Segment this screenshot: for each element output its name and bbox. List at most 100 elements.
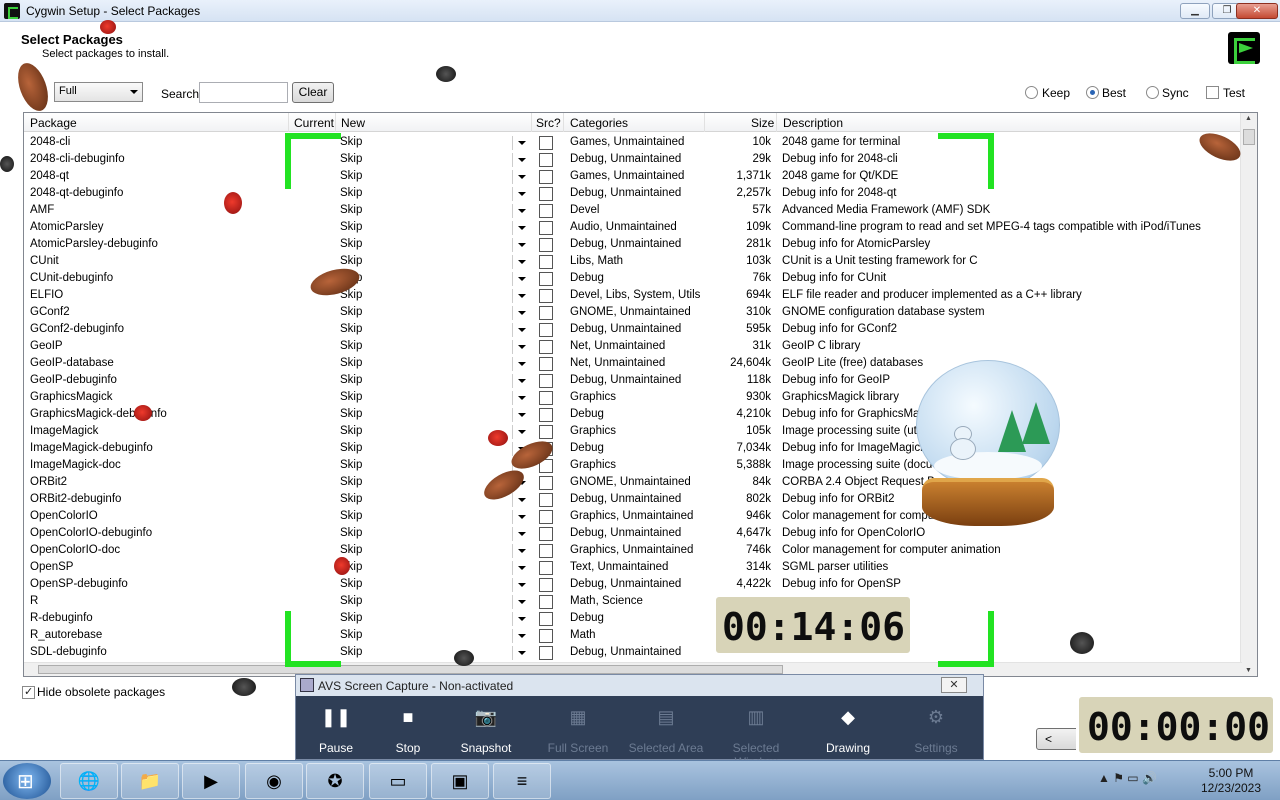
new-action-select[interactable]: Skip bbox=[340, 391, 500, 403]
minimize-button[interactable]: ▁ bbox=[1180, 3, 1210, 19]
radio-best[interactable] bbox=[1086, 86, 1099, 99]
source-checkbox[interactable] bbox=[539, 204, 553, 218]
source-checkbox[interactable] bbox=[539, 544, 553, 558]
table-row[interactable]: OpenColorIO-doc Skip Graphics, Unmaintaine… bbox=[24, 542, 1242, 559]
chevron-down-icon[interactable] bbox=[512, 374, 529, 388]
new-action-select[interactable]: Skip bbox=[340, 136, 500, 148]
source-checkbox[interactable] bbox=[539, 629, 553, 643]
source-checkbox[interactable] bbox=[539, 595, 553, 609]
table-row[interactable]: 2048-cli Skip Games, Unmaintained 10k 2048 g… bbox=[24, 134, 1242, 151]
new-action-select[interactable]: Skip bbox=[340, 289, 500, 301]
source-checkbox[interactable] bbox=[539, 612, 553, 626]
avs-drawing-button[interactable]: ◆ Drawing bbox=[808, 703, 888, 755]
new-action-select[interactable]: Skip bbox=[340, 629, 500, 641]
scroll-down-icon[interactable]: ▼ bbox=[1245, 667, 1252, 674]
new-action-select[interactable]: Skip bbox=[340, 255, 500, 267]
column-header-package[interactable]: Package bbox=[30, 116, 77, 130]
chevron-down-icon[interactable] bbox=[512, 612, 529, 626]
system-tray[interactable]: ▲ ⚑ ▭ 🔊 bbox=[1098, 771, 1157, 785]
new-action-select[interactable]: Skip bbox=[340, 442, 500, 454]
radio-sync[interactable] bbox=[1146, 86, 1159, 99]
avs-stop-button[interactable]: ■ Stop bbox=[368, 703, 448, 755]
new-action-select[interactable]: Skip bbox=[340, 578, 500, 590]
avs-selected-window-button[interactable]: ▥Selected Window bbox=[716, 703, 796, 769]
chevron-down-icon[interactable] bbox=[512, 153, 529, 167]
chevron-down-icon[interactable] bbox=[512, 323, 529, 337]
table-row[interactable]: ELFIO Skip Devel, Libs, System, Utils 694k E… bbox=[24, 287, 1242, 304]
new-action-select[interactable]: Skip bbox=[340, 510, 500, 522]
taskbar-app-button[interactable]: ▶ bbox=[182, 763, 240, 799]
column-header-categories[interactable]: Categories bbox=[570, 116, 628, 130]
vertical-scrollbar[interactable]: ▲ ▼ bbox=[1240, 113, 1257, 676]
new-action-select[interactable]: Skip bbox=[340, 561, 500, 573]
table-row[interactable]: 2048-cli-debuginfo Skip Debug, Unmaintaine… bbox=[24, 151, 1242, 168]
chevron-down-icon[interactable] bbox=[512, 340, 529, 354]
avs-pause-button[interactable]: ❚❚ Pause bbox=[296, 703, 376, 755]
table-row[interactable]: 2048-qt-debuginfo Skip Debug, Unmaintained… bbox=[24, 185, 1242, 202]
table-row[interactable]: R-debuginfo Skip Debug bbox=[24, 610, 1242, 627]
hide-obsolete-checkbox[interactable] bbox=[22, 685, 35, 699]
source-checkbox[interactable] bbox=[539, 561, 553, 575]
new-action-select[interactable]: Skip bbox=[340, 340, 500, 352]
chevron-down-icon[interactable] bbox=[512, 544, 529, 558]
source-checkbox[interactable] bbox=[539, 646, 553, 660]
table-row[interactable]: OpenSP Skip Text, Unmaintained 314k SGML par… bbox=[24, 559, 1242, 576]
taskbar-app-button[interactable]: 📁 bbox=[121, 763, 179, 799]
new-action-select[interactable]: Skip bbox=[340, 306, 500, 318]
avs-close-button[interactable]: ✕ bbox=[941, 677, 967, 693]
source-checkbox[interactable] bbox=[539, 289, 553, 303]
source-checkbox[interactable] bbox=[539, 425, 553, 439]
source-checkbox[interactable] bbox=[539, 527, 553, 541]
chevron-down-icon[interactable] bbox=[512, 561, 529, 575]
chevron-down-icon[interactable] bbox=[512, 170, 529, 184]
taskbar-app-button[interactable]: ✪ bbox=[306, 763, 364, 799]
table-row[interactable]: SDL-debuginfo Skip Debug, Unmaintained bbox=[24, 644, 1242, 661]
source-checkbox[interactable] bbox=[539, 187, 553, 201]
chevron-down-icon[interactable] bbox=[512, 493, 529, 507]
avs-settings-button[interactable]: ⚙ Settings bbox=[896, 703, 976, 755]
taskbar-clock[interactable]: 5:00 PM 12/23/2023 bbox=[1196, 766, 1266, 796]
chevron-down-icon[interactable] bbox=[512, 408, 529, 422]
chevron-down-icon[interactable] bbox=[512, 629, 529, 643]
new-action-select[interactable]: Skip bbox=[340, 612, 500, 624]
table-row[interactable]: R_autorebaseSkipMathR modules bbox=[24, 627, 1242, 644]
new-action-select[interactable]: Skip bbox=[340, 527, 500, 539]
radio-keep[interactable] bbox=[1025, 86, 1038, 99]
new-action-select[interactable]: Skip bbox=[340, 170, 500, 182]
search-input[interactable] bbox=[199, 82, 288, 103]
source-checkbox[interactable] bbox=[539, 255, 553, 269]
source-checkbox[interactable] bbox=[539, 221, 553, 235]
table-row[interactable]: AtomicParsley Skip Audio, Unmaintained 109k… bbox=[24, 219, 1242, 236]
new-action-select[interactable]: Skip bbox=[340, 187, 500, 199]
taskbar-app-button[interactable]: ▣ bbox=[431, 763, 489, 799]
source-checkbox[interactable] bbox=[539, 493, 553, 507]
source-checkbox[interactable] bbox=[539, 391, 553, 405]
source-checkbox[interactable] bbox=[539, 272, 553, 286]
new-action-select[interactable]: Skip bbox=[340, 408, 500, 420]
source-checkbox[interactable] bbox=[539, 340, 553, 354]
new-action-select[interactable]: Skip bbox=[340, 493, 500, 505]
chevron-down-icon[interactable] bbox=[512, 238, 529, 252]
horizontal-scroll-thumb[interactable] bbox=[38, 665, 783, 674]
new-action-select[interactable]: Skip bbox=[340, 476, 500, 488]
chevron-down-icon[interactable] bbox=[512, 272, 529, 286]
chevron-down-icon[interactable] bbox=[512, 510, 529, 524]
chevron-down-icon[interactable] bbox=[512, 391, 529, 405]
new-action-select[interactable]: Skip bbox=[340, 595, 500, 607]
new-action-select[interactable]: Skip bbox=[340, 153, 500, 165]
source-checkbox[interactable] bbox=[539, 238, 553, 252]
column-header-description[interactable]: Description bbox=[783, 116, 843, 130]
table-row[interactable]: AtomicParsley-debuginfo Skip Debug, Unmain… bbox=[24, 236, 1242, 253]
column-header-src[interactable]: Src? bbox=[536, 116, 561, 130]
table-row[interactable]: GConf2-debuginfo Skip Debug, Unmaintained 5… bbox=[24, 321, 1242, 338]
chevron-down-icon[interactable] bbox=[512, 646, 529, 660]
new-action-select[interactable]: Skip bbox=[340, 646, 500, 658]
column-header-current[interactable]: Current bbox=[294, 116, 334, 130]
new-action-select[interactable]: Skip bbox=[340, 221, 500, 233]
start-button[interactable] bbox=[3, 763, 51, 799]
source-checkbox[interactable] bbox=[539, 306, 553, 320]
source-checkbox[interactable] bbox=[539, 170, 553, 184]
new-action-select[interactable]: Skip bbox=[340, 238, 500, 250]
table-row[interactable]: OpenSP-debuginfo Skip Debug, Unmaintained 4… bbox=[24, 576, 1242, 593]
clear-button[interactable]: Clear bbox=[292, 82, 334, 103]
